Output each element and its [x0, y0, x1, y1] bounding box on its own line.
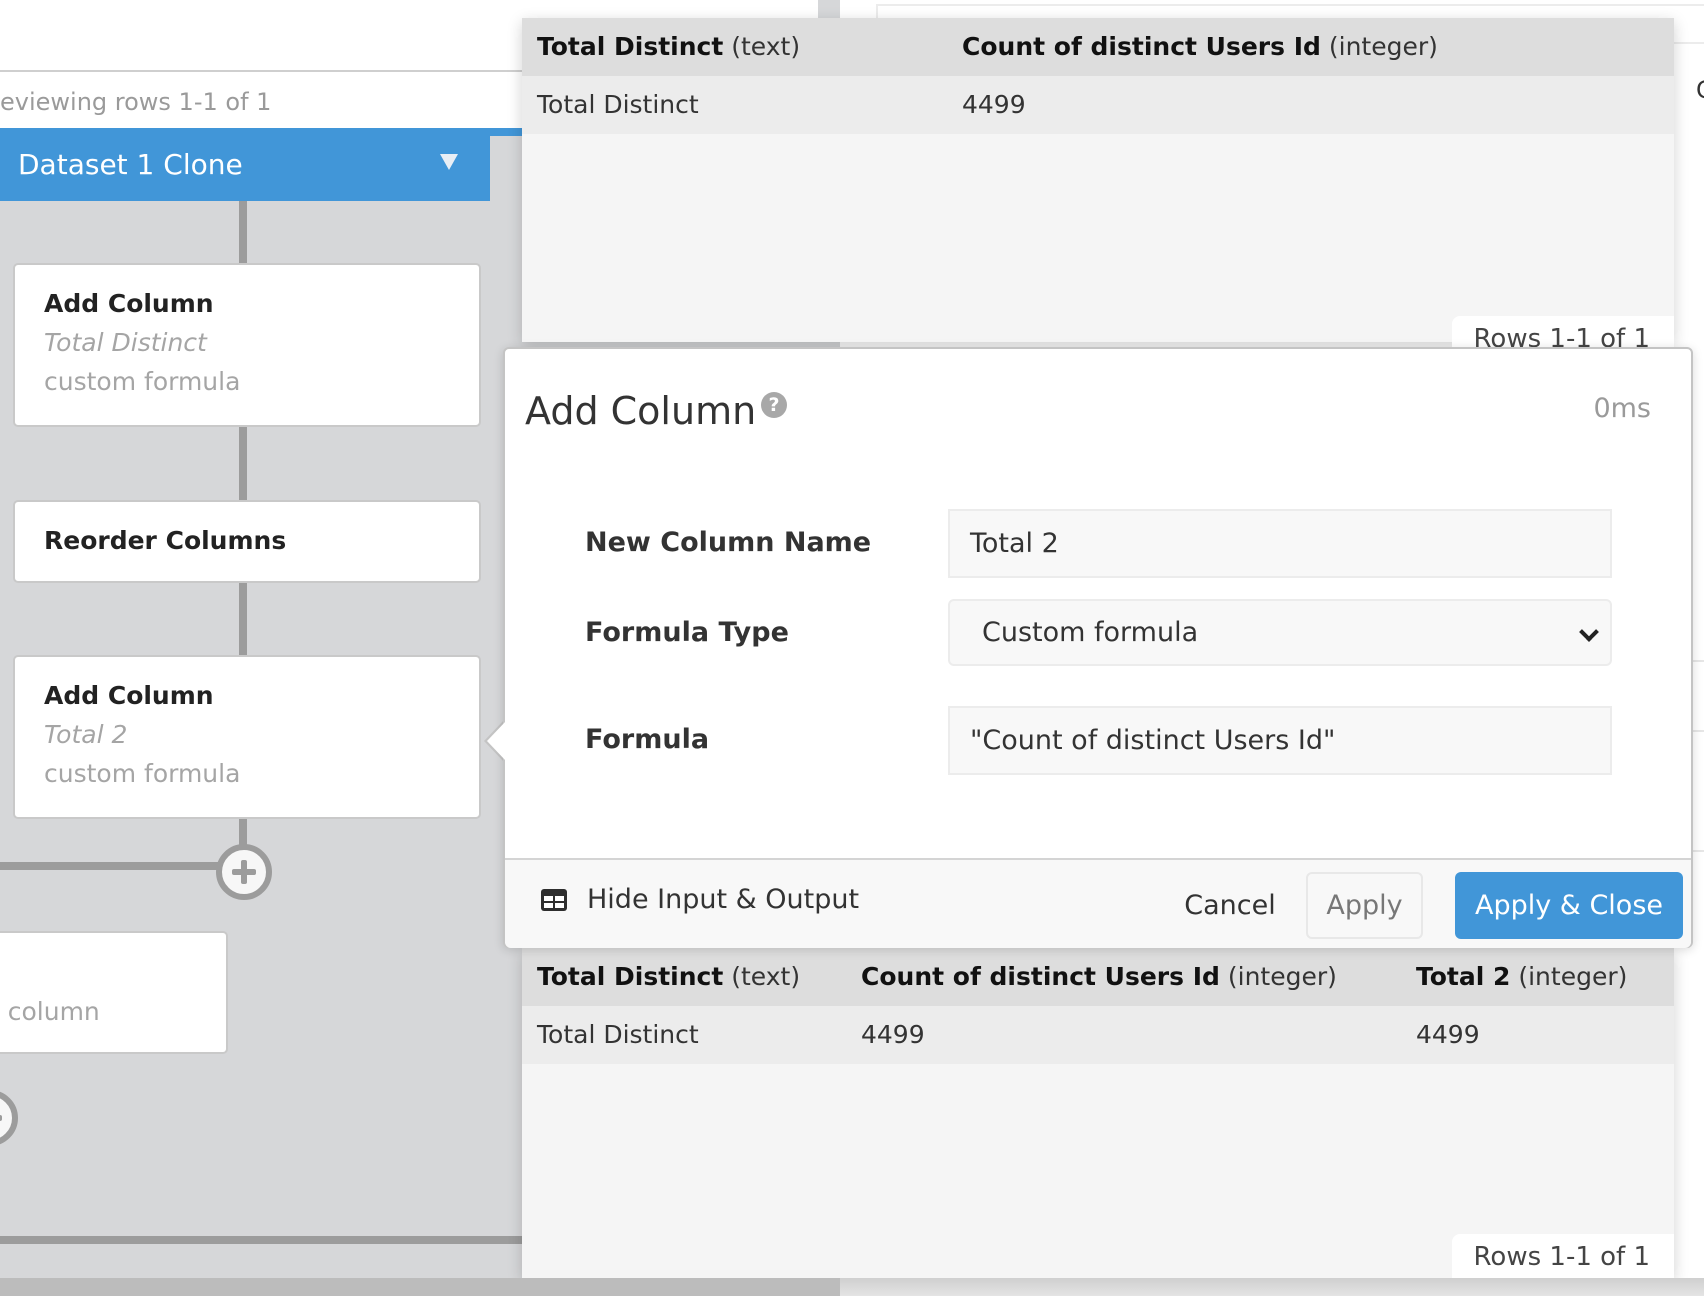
dataset-bar-edge: [490, 128, 522, 136]
step-title: Add Column: [44, 681, 214, 710]
step-description: custom formula: [44, 759, 241, 788]
help-icon[interactable]: ?: [761, 392, 787, 418]
dialog-title: Add Column: [525, 389, 757, 433]
table-header: Total Distinct (text) Count of distinct …: [522, 948, 1674, 1006]
formula-type-select[interactable]: Custom formula: [948, 599, 1612, 666]
dataset-selector[interactable]: Dataset 1 Clone: [0, 128, 490, 201]
input-data-table: Total Distinct (text) Count of distinct …: [522, 18, 1674, 360]
caret-down-icon[interactable]: [440, 154, 458, 170]
preview-rows-text: eviewing rows 1-1 of 1: [0, 88, 272, 116]
apply-button[interactable]: Apply: [1306, 872, 1423, 939]
rows-count-label: Rows 1-1 of 1: [1451, 1234, 1674, 1278]
apply-and-close-button[interactable]: Apply & Close: [1455, 872, 1683, 939]
timing-label: 0ms: [1593, 393, 1651, 424]
add-column-dialog: Add Column ? 0ms New Column Name Total 2…: [503, 347, 1693, 948]
flow-connector: [0, 1236, 522, 1244]
input-value: Total 2: [970, 528, 1059, 559]
modal-pointer-fill: [487, 721, 506, 761]
step-description: t column: [0, 997, 100, 1026]
pane-divider[interactable]: [818, 0, 840, 20]
input-value: "Count of distinct Users Id": [970, 725, 1336, 756]
select-value: Custom formula: [982, 617, 1199, 648]
table-cell: 4499: [861, 1020, 925, 1049]
hide-input-output-toggle[interactable]: Hide Input & Output: [541, 884, 859, 915]
flow-connector: [239, 427, 247, 500]
column-header[interactable]: Total Distinct (text): [537, 962, 800, 991]
toggle-label: Hide Input & Output: [587, 884, 860, 915]
background-partial-text: C: [1696, 76, 1704, 104]
table-cell: Total Distinct: [537, 90, 699, 119]
flow-step-card[interactable]: t column: [0, 931, 228, 1054]
step-subtitle: Total Distinct: [44, 328, 207, 357]
table-row: Total Distinct 4499: [522, 76, 1674, 134]
step-title: Reorder Columns: [44, 526, 287, 555]
formula-type-label: Formula Type: [585, 617, 789, 648]
flow-step-card-active[interactable]: Add Column Total 2 custom formula: [13, 655, 481, 819]
step-description: custom formula: [44, 367, 241, 396]
table-cell: 4499: [1416, 1020, 1480, 1049]
new-column-name-label: New Column Name: [585, 527, 872, 558]
column-header[interactable]: Count of distinct Users Id (integer): [861, 962, 1337, 991]
step-subtitle: Total 2: [44, 720, 128, 749]
table-row: Total Distinct 4499 4499: [522, 1006, 1674, 1064]
column-header[interactable]: Count of distinct Users Id (integer): [962, 32, 1438, 61]
flow-connector: [0, 862, 222, 870]
table-header: Total Distinct (text) Count of distinct …: [522, 18, 1674, 76]
add-step-plus-icon[interactable]: [216, 844, 272, 900]
table-cell: Total Distinct: [537, 1020, 699, 1049]
column-header[interactable]: Total 2 (integer): [1416, 962, 1627, 991]
cancel-button[interactable]: Cancel: [1165, 872, 1295, 939]
table-cell: 4499: [962, 90, 1026, 119]
formula-input[interactable]: "Count of distinct Users Id": [948, 706, 1612, 775]
flow-connector: [239, 583, 247, 655]
bottom-edge-left: [0, 1278, 840, 1296]
new-column-name-input[interactable]: Total 2: [948, 509, 1612, 578]
flow-connector: [239, 201, 247, 263]
step-title: Add Column: [44, 289, 214, 318]
chevron-down-icon: [1579, 622, 1599, 642]
flow-step-card[interactable]: Add Column Total Distinct custom formula: [13, 263, 481, 427]
formula-label: Formula: [585, 724, 710, 755]
dialog-footer: Hide Input & Output Cancel Apply Apply &…: [505, 858, 1691, 948]
flow-step-card[interactable]: Reorder Columns: [13, 500, 481, 583]
output-data-table: Total Distinct (text) Count of distinct …: [522, 948, 1674, 1278]
table-grid-icon: [541, 888, 567, 911]
column-header[interactable]: Total Distinct (text): [537, 32, 800, 61]
dataset-label: Dataset 1 Clone: [18, 148, 243, 181]
